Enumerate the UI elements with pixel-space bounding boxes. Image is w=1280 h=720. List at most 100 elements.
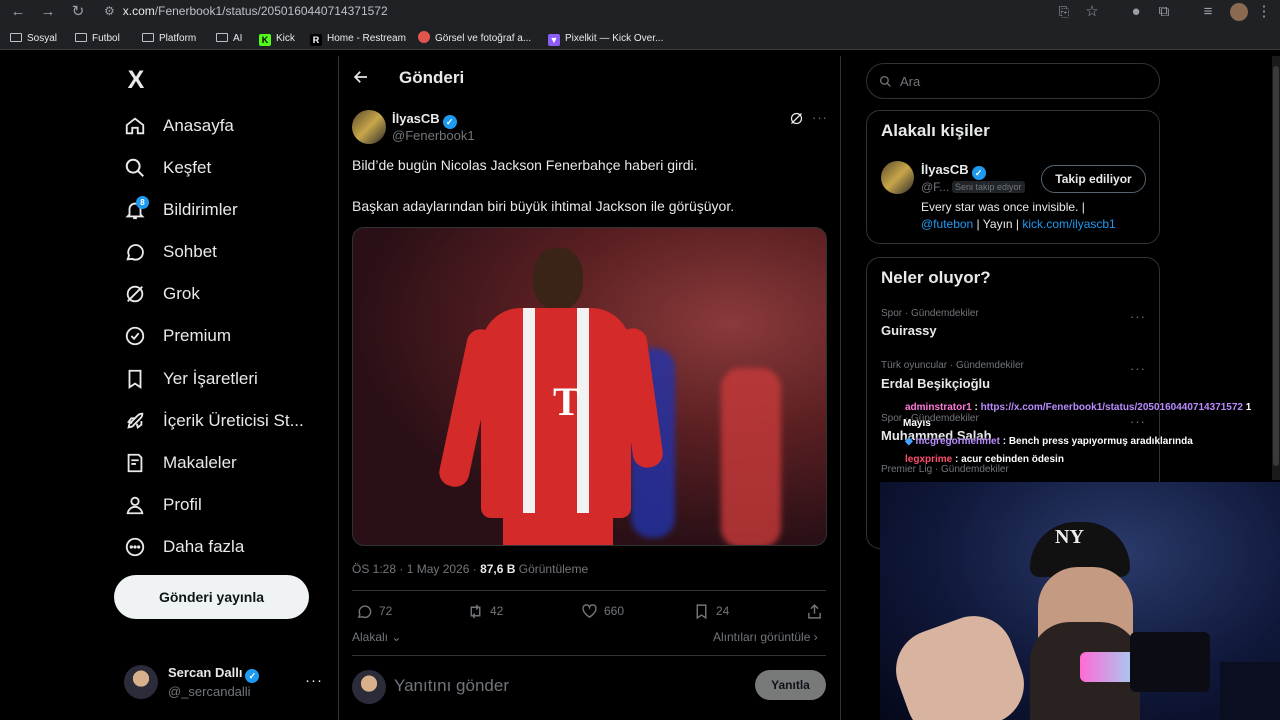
column-divider-right	[840, 56, 841, 720]
scrollbar[interactable]	[1272, 56, 1280, 480]
nav-grok[interactable]: Grok	[124, 276, 200, 312]
trend-category: Spor · Gündemdekiler	[881, 308, 979, 319]
reply-input[interactable]: Yanıtını gönder	[394, 676, 509, 696]
folder-icon	[216, 33, 228, 42]
trend-name[interactable]: Erdal Beşikçioğlu	[881, 376, 990, 391]
bookmark-icon	[128, 369, 142, 389]
author-name: İlyasCB	[392, 111, 440, 126]
like-button[interactable]: 660	[581, 602, 624, 620]
forward-arrow-icon[interactable]: →	[38, 2, 58, 22]
nav-chat[interactable]: Sohbet	[124, 234, 217, 270]
bookmark-folder[interactable]: Futbol	[75, 31, 120, 47]
pixelkit-icon: ▼	[548, 34, 560, 46]
x-logo[interactable]: X	[124, 66, 148, 95]
search-box[interactable]: Ara	[866, 63, 1160, 99]
trend-category: Türk oyuncular · Gündemdekiler	[881, 360, 1024, 371]
nav-explore[interactable]: Keşfet	[124, 150, 211, 186]
player-head	[533, 248, 583, 310]
chevron-down-icon: ⌄	[388, 630, 402, 644]
back-button[interactable]	[352, 68, 372, 88]
verified-icon: ✓	[442, 115, 457, 129]
image-tool-icon	[418, 31, 430, 43]
trend-more-icon[interactable]: ···	[1130, 361, 1146, 376]
search-icon	[879, 75, 891, 87]
bookmark-folder[interactable]: Platform	[142, 31, 196, 47]
trend-more-icon[interactable]: ···	[1130, 309, 1146, 324]
trend-more-icon[interactable]: ···	[1130, 414, 1146, 429]
post-more-icon[interactable]: ···	[812, 110, 828, 125]
bio-mention-link[interactable]: @futebon	[921, 217, 973, 231]
post-timestamp: ÖS 1:28 · 1 May 2026 ·	[352, 562, 481, 576]
account-name: Sercan Dallı	[168, 665, 243, 680]
reply-button[interactable]: 72	[356, 602, 392, 620]
heart-icon	[582, 603, 597, 618]
star-icon[interactable]: ☆	[1082, 2, 1102, 22]
person-icon	[126, 496, 144, 515]
divider	[352, 590, 826, 591]
extension-dot-icon[interactable]: ●	[1126, 2, 1146, 22]
webcam-hand	[884, 604, 1036, 720]
search-input[interactable]: Ara	[900, 74, 920, 89]
following-button[interactable]: Takip ediliyor	[1041, 165, 1146, 193]
bio-kick-link[interactable]: kick.com/ilyascb1	[1022, 217, 1115, 231]
install-app-icon[interactable]: ⎘	[1054, 2, 1074, 22]
nav-profile[interactable]: Profil	[124, 487, 202, 523]
reply-button-submit[interactable]: Yanıtla	[755, 670, 826, 700]
notification-badge: 8	[136, 196, 149, 209]
post-button[interactable]: Gönderi yayınla	[114, 575, 309, 619]
account-handle: @_sercandalli	[168, 684, 251, 699]
folder-icon	[75, 33, 87, 42]
reload-icon[interactable]: ↻	[68, 2, 88, 22]
repost-button[interactable]: 42	[467, 602, 503, 620]
bookmark-button[interactable]: 24	[693, 602, 729, 620]
related-toggle[interactable]: Alakalı ⌄	[352, 630, 401, 644]
url-host: x.com	[122, 4, 155, 18]
bookmark-folder[interactable]: AI	[216, 31, 242, 47]
chat-user: mcgregormehmet	[915, 436, 1000, 447]
scrollbar-thumb[interactable]	[1273, 66, 1279, 466]
verified-icon: ✓	[971, 166, 986, 180]
nav-home[interactable]: Anasayfa	[124, 108, 234, 144]
chat-user: legxprime	[905, 454, 953, 465]
account-avatar[interactable]	[124, 665, 158, 699]
author-name-link[interactable]: İlyasCB ✓	[392, 111, 457, 129]
trend-name[interactable]: Guirassy	[881, 323, 937, 338]
address-bar[interactable]: ⚙ x.com/Fenerbook1/status/205016044071437…	[104, 1, 1104, 21]
post-image[interactable]: T	[352, 227, 827, 546]
shirt-logo: T	[553, 379, 580, 424]
bookmark-restream[interactable]: R Home - Restream	[310, 31, 406, 47]
nav-articles[interactable]: Makaleler	[124, 445, 237, 481]
author-avatar[interactable]	[352, 110, 386, 144]
related-title: Alakalı kişiler	[881, 121, 990, 140]
related-person-name-link[interactable]: İlyasCB ✓	[921, 162, 986, 180]
grok-explain-button[interactable]	[789, 111, 805, 127]
share-button[interactable]	[806, 602, 829, 620]
profile-avatar[interactable]	[1230, 3, 1248, 21]
bookmark-folder[interactable]: Sosyal	[10, 31, 57, 47]
bookmark-pixelkit[interactable]: ▼ Pixelkit — Kick Over...	[548, 31, 663, 47]
author-handle[interactable]: @Fenerbook1	[392, 128, 475, 143]
account-switcher[interactable]: Sercan Dallı ✓	[168, 665, 260, 683]
related-person-handle: @F...	[921, 180, 950, 194]
account-more-icon[interactable]: ···	[305, 672, 323, 689]
nav-more[interactable]: Daha fazla	[124, 529, 244, 565]
player-shorts	[503, 513, 613, 545]
related-person-avatar[interactable]	[881, 161, 914, 194]
folder-icon	[142, 33, 154, 42]
media-control-icon[interactable]: ≡	[1198, 2, 1218, 22]
repost-icon	[470, 604, 481, 618]
grok-icon	[790, 112, 803, 125]
nav-premium[interactable]: Premium	[124, 318, 231, 354]
browser-toolbar: ← → ↻ ⚙ x.com/Fenerbook1/status/205016044…	[0, 0, 1280, 28]
puzzle-icon[interactable]: ⧉	[1154, 2, 1174, 22]
background-player	[721, 368, 781, 545]
site-info-icon[interactable]: ⚙	[104, 4, 115, 18]
back-arrow-icon[interactable]: ←	[8, 2, 28, 22]
bookmark-image-tool[interactable]: Görsel ve fotoğraf a...	[418, 31, 531, 47]
nav-creator-studio[interactable]: İçerik Üreticisi St...	[124, 403, 304, 439]
nav-bookmarks[interactable]: Yer İşaretleri	[124, 361, 258, 397]
view-quotes-link[interactable]: Alıntıları görüntüle ›	[713, 630, 818, 644]
chat-link: https://x.com/Fenerbook1/status/20501604…	[980, 402, 1243, 413]
menu-icon[interactable]: ⋮	[1254, 2, 1274, 22]
bookmark-kick[interactable]: K Kick	[259, 31, 295, 47]
